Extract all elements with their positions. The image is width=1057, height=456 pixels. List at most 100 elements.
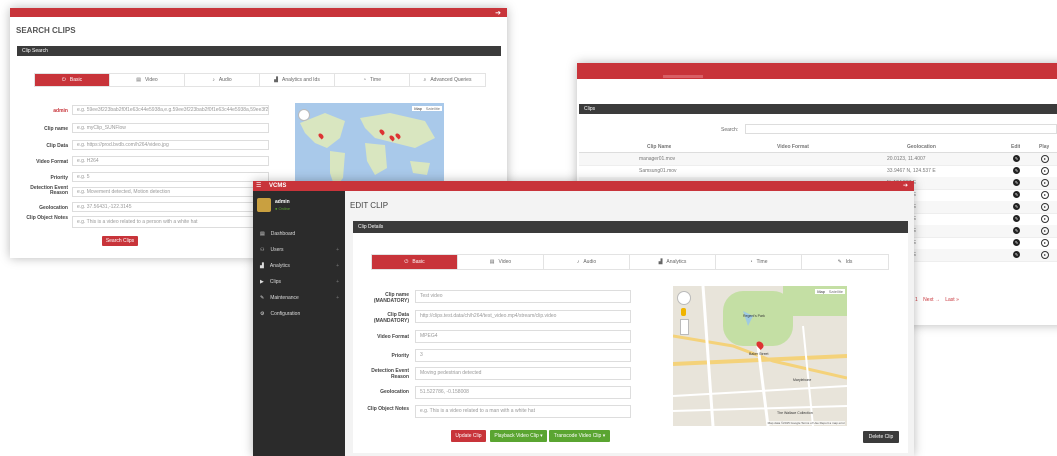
column-header[interactable]: Play: [1039, 144, 1049, 150]
tab-analytics[interactable]: ▟ Analytics: [630, 255, 716, 269]
playback-video-button[interactable]: Playback Video Clip ▾: [490, 430, 547, 442]
menu-icon[interactable]: ☰: [256, 182, 261, 189]
column-header[interactable]: Geolocation: [907, 144, 936, 150]
pencil-icon: ✎: [837, 259, 842, 265]
field-label: Clip name: [44, 126, 68, 132]
geolocation-field[interactable]: 51.522786, -0.158008: [415, 386, 631, 399]
expand-icon: +: [336, 279, 339, 285]
edit-icon[interactable]: ✎: [1013, 227, 1020, 234]
clip-data-field[interactable]: e.g. https://prod.bvdb.com/h264/video.jp…: [72, 140, 269, 150]
notes-field[interactable]: e.g. This is a video related to a person…: [72, 216, 269, 228]
admin-field[interactable]: e.g. 59ee3f223bab2f0f1e63c44e5938a,e.g.5…: [72, 105, 269, 115]
location-map[interactable]: Map Satellite Regent's Park Baker Street…: [673, 286, 847, 426]
search-clips-button[interactable]: Search Clips: [102, 236, 138, 246]
film-icon: ▶: [260, 279, 264, 285]
transcode-video-button[interactable]: Transcode Video Clip ▾: [549, 430, 610, 442]
tab-audio[interactable]: ♪ Audio: [544, 255, 630, 269]
pegman-icon[interactable]: [681, 308, 686, 316]
clip-details-panel: Clip Details ⏻ Basic ▤ Video ♪ Audio ▟ Analy…: [353, 221, 908, 453]
panel-header: Clip Search: [17, 46, 501, 56]
avatar: [257, 198, 271, 212]
search-input[interactable]: [745, 124, 1057, 134]
priority-field[interactable]: e.g. 5: [72, 172, 269, 182]
update-clip-button[interactable]: Update Clip: [451, 430, 486, 442]
table-header: Clip Name Video Format Geolocation Edit …: [579, 141, 1057, 153]
tab-analytics[interactable]: ▟ Analytics and Ids: [260, 74, 335, 86]
play-icon[interactable]: ▸: [1041, 167, 1049, 175]
world-map-image: [300, 113, 435, 188]
pan-control-icon[interactable]: [298, 109, 310, 121]
map-label: The Wallace Collection: [777, 411, 813, 415]
sidebar-item-maintenance[interactable]: ✎ Maintenance +: [253, 290, 345, 306]
world-map[interactable]: Map Satellite: [295, 103, 444, 193]
column-header[interactable]: Edit: [1011, 144, 1020, 150]
play-icon[interactable]: ▸: [1041, 155, 1049, 163]
logout-icon[interactable]: ➔: [903, 182, 908, 189]
sidebar-item-clips[interactable]: ▶ Clips +: [253, 274, 345, 290]
delete-clip-button[interactable]: Delete Clip: [863, 431, 899, 443]
next-page-link[interactable]: Next →: [923, 297, 940, 303]
edit-icon[interactable]: ✎: [1013, 239, 1020, 246]
tab-video[interactable]: ▤ Video: [110, 74, 185, 86]
sidebar-item-analytics[interactable]: ▟ Analytics +: [253, 258, 345, 274]
field-label: Clip Data: [46, 143, 68, 149]
column-header[interactable]: Clip Name: [647, 144, 671, 150]
field-label: Clip Object Notes: [26, 215, 68, 221]
sidebar-item-configuration[interactable]: ⚙ Configuration: [253, 306, 345, 322]
clip-name-field[interactable]: Test video: [415, 290, 631, 303]
tab-ids[interactable]: ✎ Ids: [802, 255, 888, 269]
edit-icon[interactable]: ✎: [1013, 167, 1020, 174]
play-icon[interactable]: ▸: [1041, 227, 1049, 235]
tab-video[interactable]: ▤ Video: [458, 255, 544, 269]
tab-audio[interactable]: ♪ Audio: [185, 74, 260, 86]
field-label: Clip name (MANDATORY): [373, 292, 409, 304]
tab-basic[interactable]: ⏻ Basic: [372, 255, 458, 269]
edit-icon[interactable]: ✎: [1013, 179, 1020, 186]
last-page-link[interactable]: Last »: [945, 297, 959, 303]
edit-icon[interactable]: ✎: [1013, 191, 1020, 198]
map-type-satellite[interactable]: Satellite: [826, 289, 845, 294]
clock-icon: ◔: [363, 77, 367, 83]
panel-title: Clip Details: [358, 224, 384, 230]
logout-icon[interactable]: ➔: [495, 9, 501, 17]
user-name: admin: [275, 199, 290, 205]
edit-icon[interactable]: ✎: [1013, 215, 1020, 222]
clip-name-field[interactable]: e.g. myClip_SUNFlow: [72, 123, 269, 133]
video-format-field[interactable]: e.g. H264: [72, 156, 269, 166]
pan-control-icon[interactable]: [677, 291, 691, 305]
geolocation-cell: 33.9467 N, 124.537 E: [887, 168, 936, 174]
page-number[interactable]: 1: [915, 297, 918, 303]
play-icon[interactable]: ▸: [1041, 179, 1049, 187]
tab-time[interactable]: ◔ Time: [335, 74, 410, 86]
edit-icon[interactable]: ✎: [1013, 155, 1020, 162]
map-type-satellite[interactable]: Satellite: [423, 106, 442, 111]
tab-advanced[interactable]: ⌕ Advanced Queries: [410, 74, 485, 86]
play-icon[interactable]: ▸: [1041, 191, 1049, 199]
notes-field[interactable]: e.g. This is a video related to a man wi…: [415, 405, 631, 418]
video-format-field[interactable]: MPEG4: [415, 330, 631, 343]
sidebar-item-dashboard[interactable]: ▤ Dashboard: [253, 226, 345, 242]
zoom-control[interactable]: [680, 319, 689, 335]
geolocation-field[interactable]: e.g. 37.56431,-122.3145: [72, 202, 269, 212]
edit-icon[interactable]: ✎: [1013, 203, 1020, 210]
priority-field[interactable]: 3: [415, 349, 631, 362]
app-name: VCMS: [269, 183, 287, 189]
field-label: Priority: [391, 353, 409, 359]
detection-reason-field[interactable]: e.g. Movement detected, Motion detection: [72, 187, 269, 197]
panel-header: Clips: [579, 104, 1057, 114]
map-type-map[interactable]: Map: [815, 289, 827, 294]
sidebar-item-users[interactable]: ⚇ Users +: [253, 242, 345, 258]
map-type-map[interactable]: Map: [412, 106, 424, 111]
detection-reason-field[interactable]: Moving pedestrian detected: [415, 367, 631, 380]
play-icon[interactable]: ▸: [1041, 239, 1049, 247]
edit-icon[interactable]: ✎: [1013, 251, 1020, 258]
chart-icon: ▟: [274, 77, 279, 83]
play-icon[interactable]: ▸: [1041, 215, 1049, 223]
clip-data-field[interactable]: http://clips.test.data/ch/h264/test_vide…: [415, 310, 631, 323]
play-icon[interactable]: ▸: [1041, 251, 1049, 259]
play-icon[interactable]: ▸: [1041, 203, 1049, 211]
column-header[interactable]: Video Format: [777, 144, 809, 150]
power-icon: ⏻: [61, 77, 66, 83]
tab-time[interactable]: ◔ Time: [716, 255, 802, 269]
tab-basic[interactable]: ⏻ Basic: [35, 74, 110, 86]
